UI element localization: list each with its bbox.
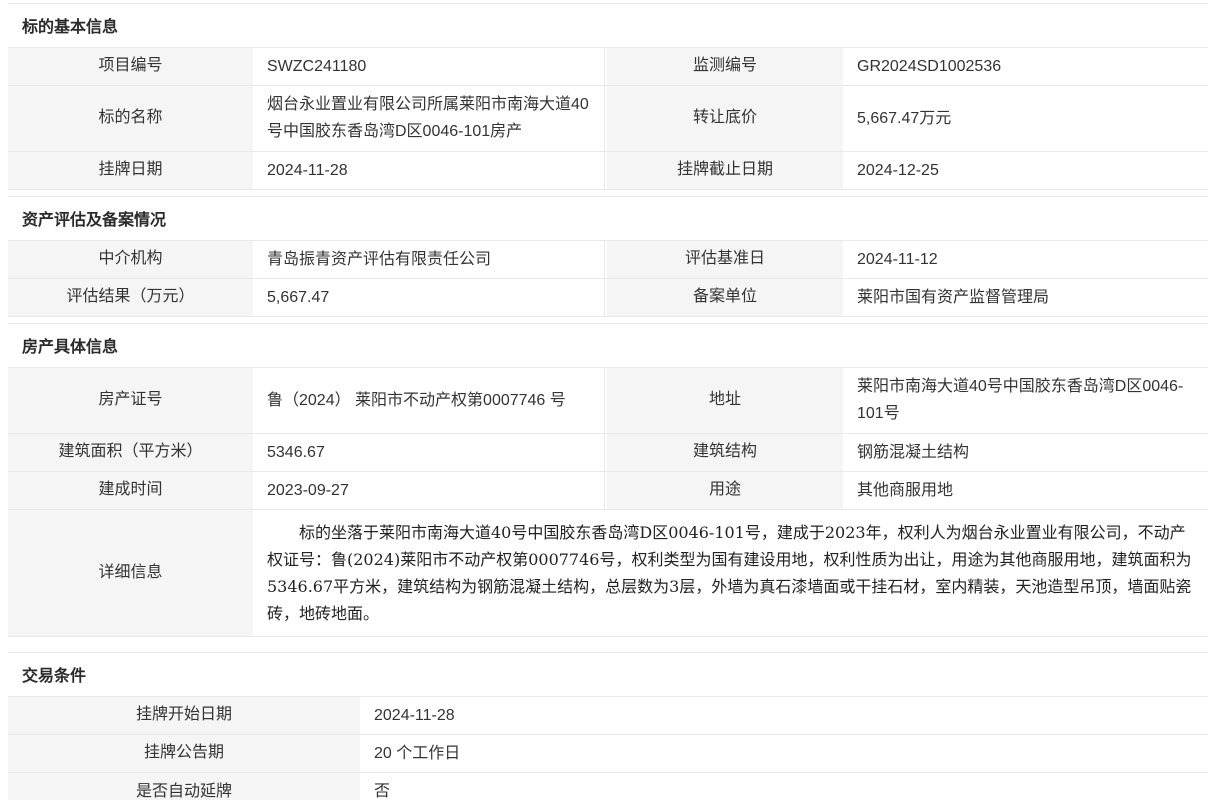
field-value-auto-extension: 否: [362, 773, 1208, 800]
field-value-usage: 其他商服用地: [845, 472, 1208, 509]
asset-listing-detail-page: 标的基本信息 项目编号 SWZC241180 监测编号 GR2024SD1002…: [8, 3, 1208, 800]
field-label-listing-date: 挂牌日期: [8, 152, 255, 189]
field-label-agency: 中介机构: [8, 241, 255, 278]
section-appraisal-title: 资产评估及备案情况: [8, 197, 1208, 241]
field-label-listing-start-date: 挂牌开始日期: [8, 697, 362, 734]
section-property-info: 房产具体信息 房产证号 鲁（2024） 莱阳市不动产权第0007746 号 地址…: [8, 323, 1208, 637]
table-row: 中介机构 青岛振青资产评估有限责任公司 评估基准日 2024-11-12: [8, 241, 1208, 279]
field-label-floor-price: 转让底价: [605, 86, 845, 150]
field-label-listing-end-date: 挂牌截止日期: [605, 152, 845, 189]
field-label-detail-info: 详细信息: [8, 510, 255, 636]
field-label-subject-name: 标的名称: [8, 86, 255, 150]
field-label-deed-number: 房产证号: [8, 368, 255, 432]
field-value-listing-end-date: 2024-12-25: [845, 152, 1208, 189]
table-row: 挂牌公告期 20 个工作日: [8, 735, 1208, 773]
field-label-building-area: 建筑面积（平方米）: [8, 434, 255, 471]
field-label-appraisal-base-date: 评估基准日: [605, 241, 845, 278]
field-value-agency: 青岛振青资产评估有限责任公司: [255, 241, 605, 278]
field-value-deed-number: 鲁（2024） 莱阳市不动产权第0007746 号: [255, 368, 605, 432]
section-trade-conditions-title: 交易条件: [8, 653, 1208, 697]
table-row: 挂牌日期 2024-11-28 挂牌截止日期 2024-12-25: [8, 152, 1208, 190]
field-label-address: 地址: [605, 368, 845, 432]
field-label-monitor-number: 监测编号: [605, 48, 845, 85]
field-value-announcement-period: 20 个工作日: [362, 735, 1208, 772]
table-row: 评估结果（万元） 5,667.47 备案单位 莱阳市国有资产监督管理局: [8, 279, 1208, 317]
field-value-filing-unit: 莱阳市国有资产监督管理局: [845, 279, 1208, 316]
field-label-project-number: 项目编号: [8, 48, 255, 85]
table-row: 建筑面积（平方米） 5346.67 建筑结构 钢筋混凝土结构: [8, 434, 1208, 472]
field-value-building-area: 5346.67: [255, 434, 605, 471]
field-value-monitor-number: GR2024SD1002536: [845, 48, 1208, 85]
field-value-completion-date: 2023-09-27: [255, 472, 605, 509]
field-value-detail-info: 标的坐落于莱阳市南海大道40号中国胶东香岛湾D区0046-101号，建成于202…: [255, 510, 1208, 636]
field-label-announcement-period: 挂牌公告期: [8, 735, 362, 772]
section-trade-conditions: 交易条件 挂牌开始日期 2024-11-28 挂牌公告期 20 个工作日 是否自…: [8, 652, 1208, 800]
table-row: 项目编号 SWZC241180 监测编号 GR2024SD1002536: [8, 48, 1208, 86]
field-value-structure: 钢筋混凝土结构: [845, 434, 1208, 471]
field-value-listing-start-date: 2024-11-28: [362, 697, 1208, 734]
section-basic-info-title: 标的基本信息: [8, 4, 1208, 48]
field-value-listing-date: 2024-11-28: [255, 152, 605, 189]
field-label-usage: 用途: [605, 472, 845, 509]
field-value-address: 莱阳市南海大道40号中国胶东香岛湾D区0046-101号: [845, 368, 1208, 432]
table-row: 标的名称 烟台永业置业有限公司所属莱阳市南海大道40号中国胶东香岛湾D区0046…: [8, 86, 1208, 151]
table-row: 房产证号 鲁（2024） 莱阳市不动产权第0007746 号 地址 莱阳市南海大…: [8, 368, 1208, 433]
field-value-floor-price: 5,667.47万元: [845, 86, 1208, 150]
section-property-info-title: 房产具体信息: [8, 324, 1208, 368]
field-value-appraisal-result: 5,667.47: [255, 279, 605, 316]
field-value-appraisal-base-date: 2024-11-12: [845, 241, 1208, 278]
detail-paragraph: 标的坐落于莱阳市南海大道40号中国胶东香岛湾D区0046-101号，建成于202…: [267, 519, 1194, 627]
table-row: 建成时间 2023-09-27 用途 其他商服用地: [8, 472, 1208, 510]
table-row: 是否自动延牌 否: [8, 773, 1208, 800]
section-basic-info: 标的基本信息 项目编号 SWZC241180 监测编号 GR2024SD1002…: [8, 3, 1208, 190]
table-row-detail: 详细信息 标的坐落于莱阳市南海大道40号中国胶东香岛湾D区0046-101号，建…: [8, 510, 1208, 637]
section-appraisal: 资产评估及备案情况 中介机构 青岛振青资产评估有限责任公司 评估基准日 2024…: [8, 196, 1208, 317]
field-label-structure: 建筑结构: [605, 434, 845, 471]
field-label-completion-date: 建成时间: [8, 472, 255, 509]
field-value-subject-name: 烟台永业置业有限公司所属莱阳市南海大道40号中国胶东香岛湾D区0046-101房…: [255, 86, 605, 150]
field-value-project-number: SWZC241180: [255, 48, 605, 85]
field-label-appraisal-result: 评估结果（万元）: [8, 279, 255, 316]
table-row: 挂牌开始日期 2024-11-28: [8, 697, 1208, 735]
field-label-auto-extension: 是否自动延牌: [8, 773, 362, 800]
field-label-filing-unit: 备案单位: [605, 279, 845, 316]
